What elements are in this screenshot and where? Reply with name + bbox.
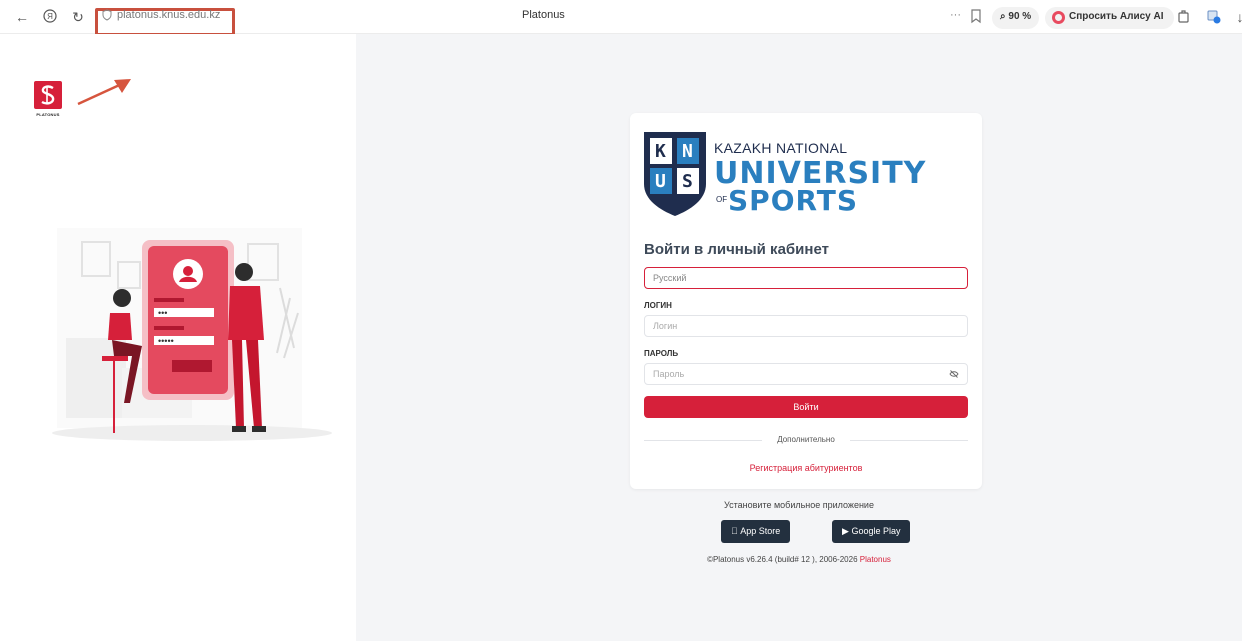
login-card: K N U S KAZAKH NATIONAL UNIVERSITY OF SP…: [630, 113, 982, 489]
copyright-text: ©Platonus v6.26.4 (build# 12 ), 2006-202…: [707, 555, 858, 564]
search-icon: ⌕: [1000, 11, 1006, 22]
play-icon: ▶: [842, 526, 849, 536]
divider-label: Дополнительно: [777, 435, 835, 444]
extension-icon[interactable]: [1177, 10, 1191, 24]
download-icon[interactable]: ↓: [1232, 9, 1242, 25]
google-play-button[interactable]: ▶ Google Play: [832, 520, 911, 543]
login-label: ЛОГИН: [644, 301, 672, 310]
reload-icon[interactable]: ↻: [70, 9, 86, 25]
password-placeholder: Пароль: [653, 369, 685, 379]
shield-icon: [102, 9, 112, 21]
address-bar-url[interactable]: platonus.knus.edu.kz: [117, 9, 220, 21]
more-menu-icon[interactable]: ···: [950, 9, 961, 29]
alice-icon: [1052, 11, 1065, 24]
google-play-label: Google Play: [851, 526, 901, 536]
copyright: ©Platonus v6.26.4 (build# 12 ), 2006-202…: [356, 555, 1242, 564]
password-label: ПАРОЛЬ: [644, 349, 679, 358]
annotation-arrow: [77, 79, 131, 106]
logo-line-1: KAZAKH NATIONAL: [714, 140, 848, 156]
logo-letter-u: U: [655, 171, 666, 192]
svg-text:Я: Я: [47, 12, 53, 21]
translate-icon[interactable]: [1207, 10, 1221, 24]
page-tab-title: Platonus: [522, 9, 565, 21]
logo-line-3: SPORTS: [728, 184, 859, 217]
app-store-button[interactable]:  App Store: [721, 520, 791, 543]
language-select[interactable]: Русский: [644, 267, 968, 289]
zoom-level: 90 %: [1008, 11, 1032, 22]
password-input[interactable]: Пароль: [644, 363, 968, 385]
login-title: Войти в личный кабинет: [644, 241, 829, 258]
apple-icon: : [731, 526, 738, 536]
logo-of: OF: [716, 195, 728, 204]
logo-letter-n: N: [682, 141, 693, 162]
university-logo: K N U S KAZAKH NATIONAL UNIVERSITY OF SP…: [644, 126, 925, 217]
mobile-app-prompt: Установите мобильное приложение: [724, 500, 874, 510]
copyright-brand-link[interactable]: Platonus: [860, 555, 891, 564]
alice-button[interactable]: Спросить Алису AI: [1045, 7, 1174, 29]
registration-link[interactable]: Регистрация абитуриентов: [630, 463, 982, 473]
login-input[interactable]: Логин: [644, 315, 968, 337]
left-panel: PLATONUS ••• •••••: [0, 34, 356, 641]
logo-letter-s: S: [682, 171, 693, 192]
zoom-button[interactable]: ⌕ 90 %: [992, 7, 1040, 29]
login-illustration: ••• •••••: [52, 228, 332, 441]
eye-off-icon[interactable]: [949, 369, 959, 379]
platonus-logo-text: PLATONUS: [36, 112, 60, 117]
right-panel: K N U S KAZAKH NATIONAL UNIVERSITY OF SP…: [356, 34, 1242, 641]
svg-text:•••: •••: [158, 308, 167, 318]
svg-text:•••••: •••••: [158, 336, 174, 346]
back-arrow-icon[interactable]: ←: [14, 9, 30, 25]
app-store-label: App Store: [731, 526, 780, 536]
platonus-logo-mark: [34, 81, 62, 109]
browser-toolbar: ← Я ↻ platonus.knus.edu.kz Platonus ··· …: [0, 0, 1242, 36]
platonus-logo[interactable]: PLATONUS: [34, 81, 62, 119]
bookmark-icon[interactable]: [969, 8, 983, 24]
logo-letter-k: K: [655, 141, 666, 162]
login-button[interactable]: Войти: [644, 396, 968, 418]
alice-label: Спросить Алису AI: [1069, 11, 1164, 22]
yandex-icon[interactable]: Я: [42, 9, 58, 25]
